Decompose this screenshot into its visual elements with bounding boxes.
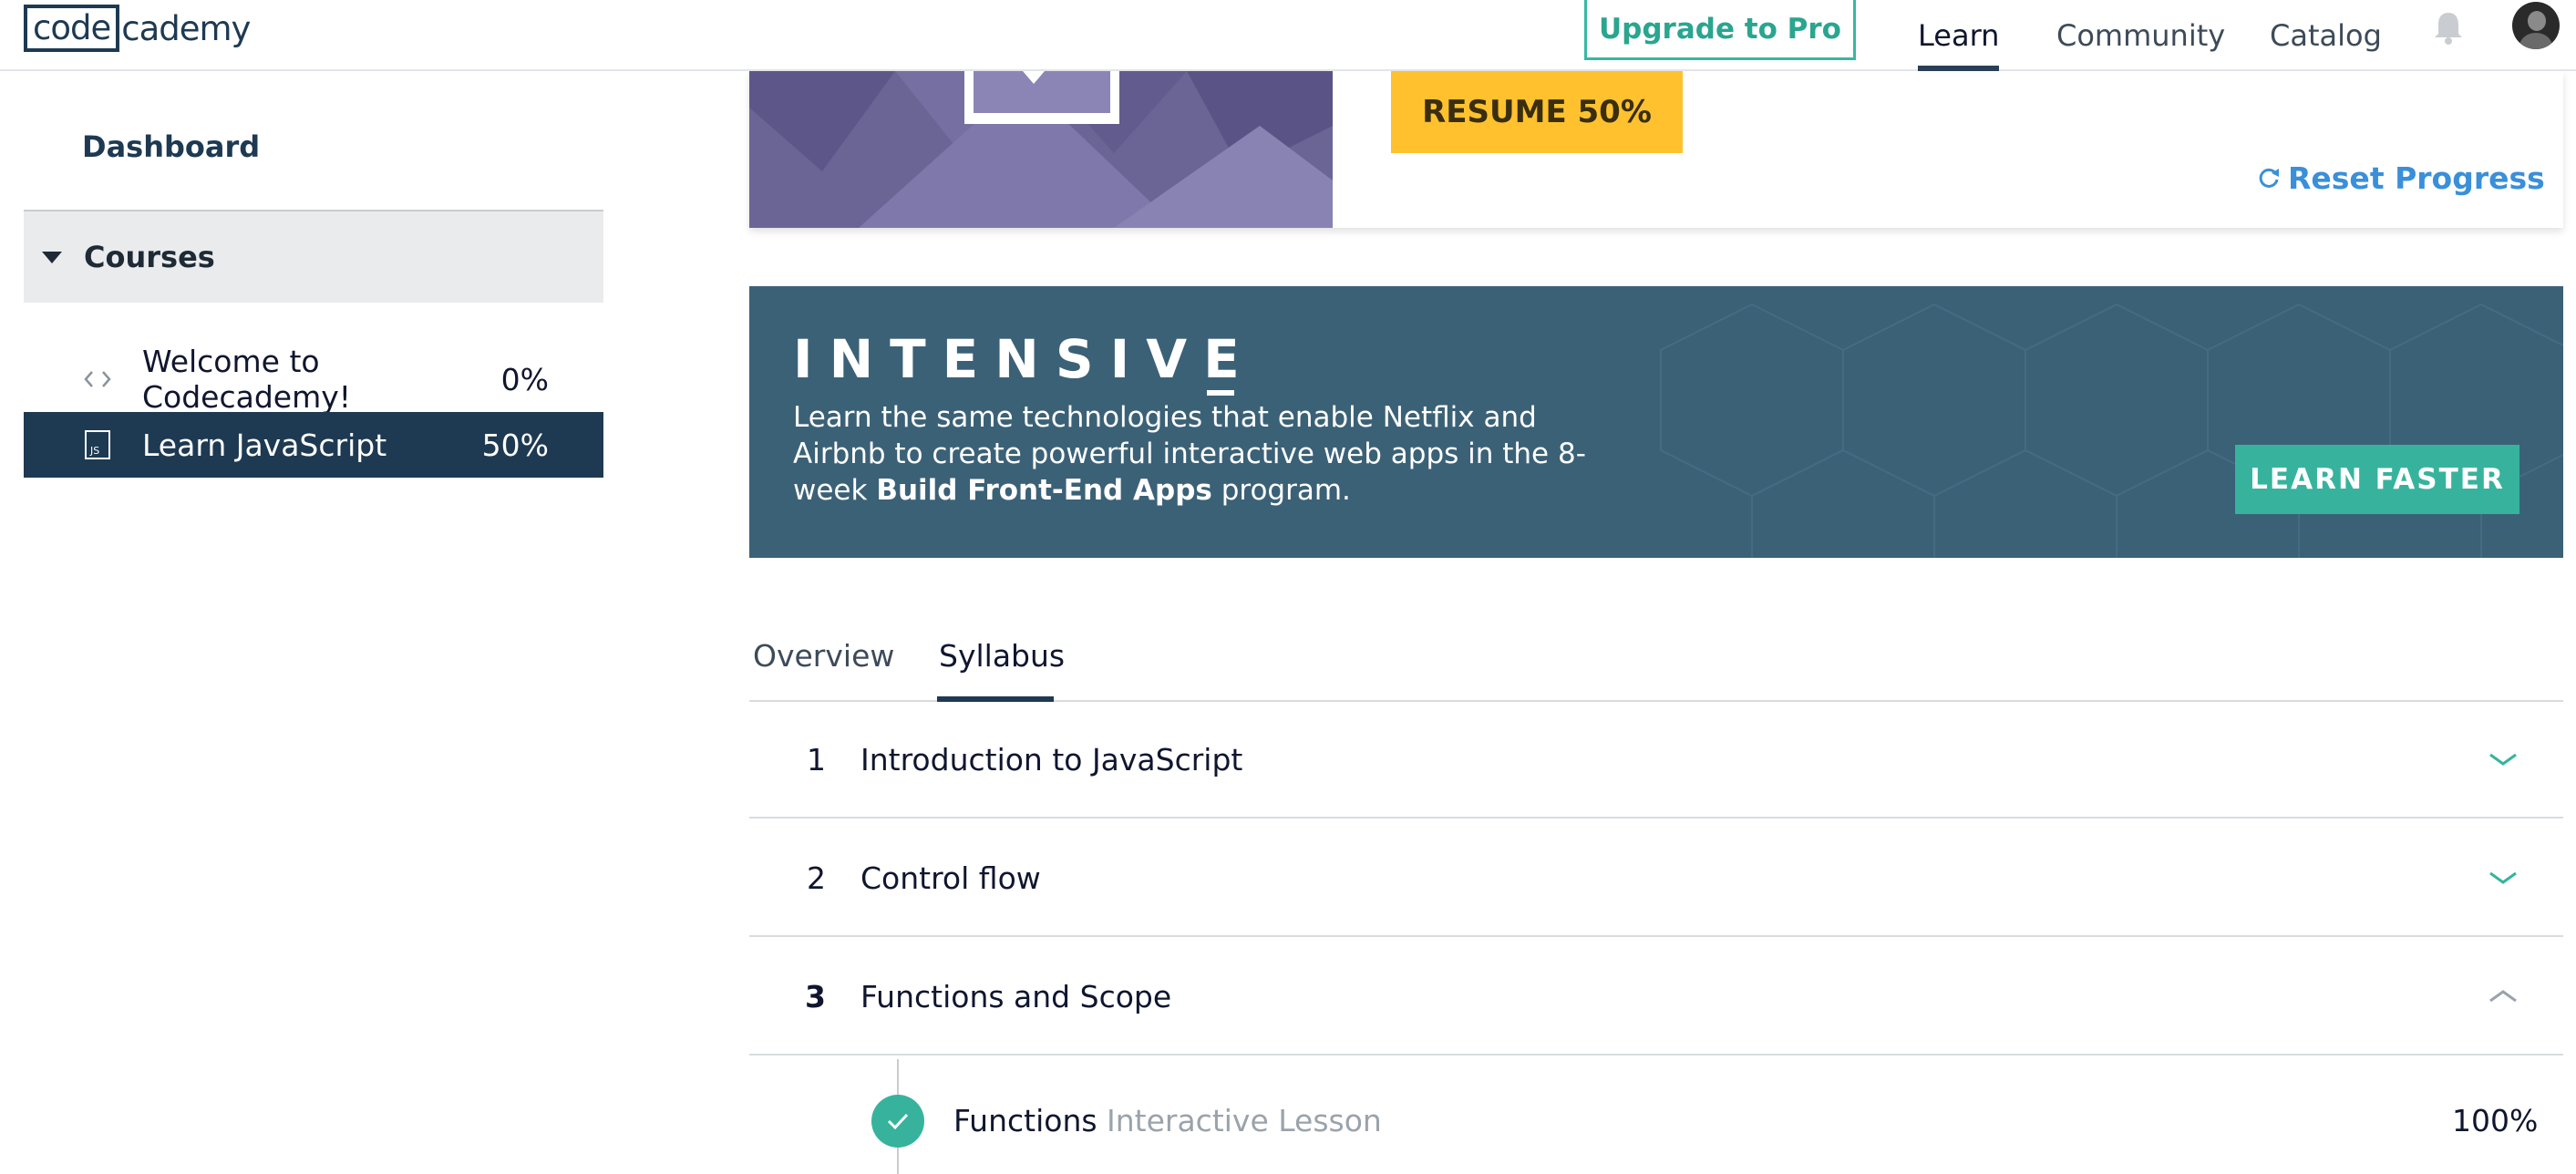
learn-faster-button[interactable]: LEARN FASTER	[2235, 445, 2519, 514]
lesson-link[interactable]: Functions	[953, 1103, 1097, 1138]
nav-learn[interactable]: Learn	[1918, 0, 2000, 71]
nav-community[interactable]: Community	[2056, 0, 2225, 71]
avatar[interactable]	[2512, 2, 2560, 49]
course-name: Learn JavaScript	[142, 427, 387, 463]
js-file-icon: JS	[82, 429, 113, 460]
codecademy-logo[interactable]: code cademy	[24, 5, 251, 52]
syllabus-unit-1[interactable]: 1 Introduction to JavaScript	[749, 702, 2563, 819]
title-underline	[1206, 390, 1234, 396]
tab-syllabus[interactable]: Syllabus	[939, 638, 1065, 674]
upgrade-to-pro-button[interactable]: Upgrade to Pro	[1584, 0, 1856, 60]
course-name: Welcome to Codecademy!	[142, 344, 352, 415]
unit-title: Functions and Scope	[860, 978, 1172, 1014]
intensive-title: INTENSIVE	[793, 328, 1256, 396]
tab-overview[interactable]: Overview	[753, 638, 894, 674]
sidebar-course-welcome[interactable]: Welcome to Codecademy! 0%	[24, 344, 603, 415]
courses-label: Courses	[84, 240, 215, 274]
reset-progress-label: Reset Progress	[2288, 160, 2545, 196]
svg-text:JS: JS	[89, 445, 99, 457]
lesson-type: Interactive Lesson	[1107, 1103, 1382, 1138]
unit-title: Introduction to JavaScript	[860, 741, 1243, 778]
unit-number: 1	[807, 741, 826, 778]
intensive-description: Learn the same technologies that enable …	[793, 399, 1613, 509]
syllabus-unit-2[interactable]: 2 Control flow	[749, 820, 2563, 937]
unit-number: 2	[807, 860, 826, 896]
course-hero-image	[749, 71, 1333, 228]
logo-boxed-text: code	[24, 5, 120, 52]
course-progress: 0%	[500, 361, 549, 397]
nav-catalog[interactable]: Catalog	[2270, 0, 2382, 71]
unit-number: 3	[805, 978, 826, 1014]
syllabus-unit-3[interactable]: 3 Functions and Scope	[749, 939, 2563, 1056]
reset-progress-link[interactable]: Reset Progress	[2257, 155, 2545, 201]
intensive-banner: INTENSIVE Learn the same technologies th…	[749, 286, 2563, 558]
refresh-icon	[2259, 168, 2279, 188]
chevron-up-icon[interactable]	[2485, 987, 2521, 1005]
description-end: program.	[1211, 474, 1351, 507]
program-name: Build Front-End Apps	[876, 474, 1212, 507]
logo-text: cademy	[121, 8, 251, 48]
lesson-progress: 100%	[2452, 1103, 2539, 1138]
unit-title: Control flow	[860, 860, 1041, 896]
resume-button[interactable]: RESUME 50%	[1391, 71, 1683, 153]
course-progress: 50%	[481, 427, 549, 463]
chevron-down-icon[interactable]	[2485, 750, 2521, 768]
caret-down-icon	[42, 251, 62, 263]
bell-icon[interactable]	[2432, 9, 2465, 46]
code-brackets-icon	[82, 369, 113, 389]
sidebar-course-learn-javascript[interactable]: JS Learn JavaScript 50%	[24, 412, 603, 478]
chevron-down-icon[interactable]	[2485, 869, 2521, 887]
sidebar-courses-toggle[interactable]: Courses	[24, 210, 603, 303]
sidebar-dashboard-link[interactable]: Dashboard	[82, 129, 260, 164]
top-navbar: code cademy Upgrade to Pro Learn Communit…	[0, 0, 2576, 71]
check-icon	[871, 1095, 924, 1148]
intensive-title-text: INTENSIVE	[793, 328, 1256, 390]
